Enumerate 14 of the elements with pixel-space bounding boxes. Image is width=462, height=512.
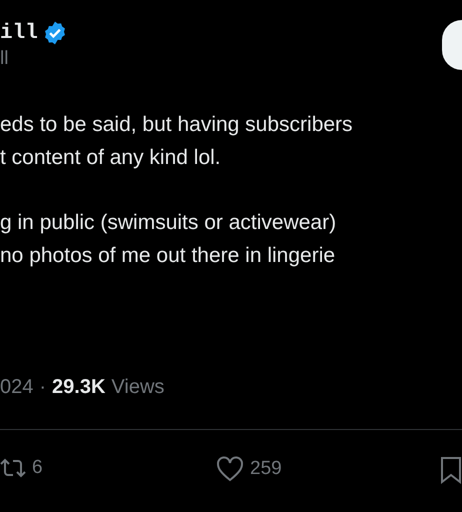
heart-icon [216,456,244,482]
author-name[interactable]: ill [0,22,38,44]
author-handle[interactable]: ll [0,48,68,70]
bookmark-icon [440,456,462,484]
separator-dot: · [39,376,46,399]
post-date[interactable]: 024 [0,376,34,399]
tweet-text: g in public (swimsuits or activewear) no photos of me out there in lingerie [0,210,338,269]
tweet-text: eds to be said, but having subscribers t content of any kind lol. [0,112,354,171]
views-count: 29.3K [52,376,106,399]
retweet-icon [0,456,26,480]
retweet-button[interactable]: 6 [0,456,43,480]
views-label: Views [111,376,164,399]
like-button[interactable]: 259 [216,456,282,482]
bookmark-button[interactable] [440,456,462,484]
